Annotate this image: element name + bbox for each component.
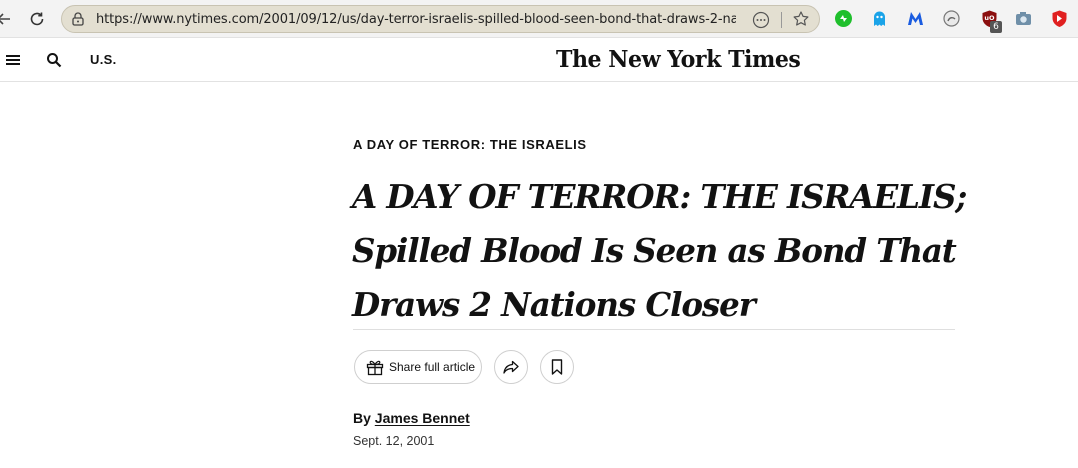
byline: By James Bennet [353,410,470,426]
camera-extension-icon[interactable] [1014,9,1033,28]
article-kicker[interactable]: A DAY OF TERROR: THE ISRAELIS [353,137,587,152]
section-link-us[interactable]: U.S. [90,52,116,67]
bookmark-icon [551,359,563,375]
back-arrow-icon[interactable] [0,7,16,31]
headline-divider [353,329,955,330]
gift-icon [366,360,384,376]
publish-date: Sept. 12, 2001 [353,434,435,448]
article-headline: A DAY OF TERROR: THE ISRAELIS; Spilled B… [352,170,972,332]
profile-extension-icon[interactable] [942,9,961,28]
url-separator [781,12,782,28]
headline-line-2: Spilled Blood Is Seen as Bond That [352,231,957,270]
extension-badge: 6 [990,21,1002,33]
search-icon[interactable] [46,52,62,68]
address-bar[interactable]: https://www.nytimes.com/2001/09/12/us/da… [61,5,820,33]
green-extension-icon[interactable] [834,9,853,28]
hamburger-menu-icon[interactable] [5,52,21,68]
bookmark-button[interactable] [540,350,574,384]
nyt-logo[interactable]: The New York Times [556,46,801,73]
share-arrow-icon [503,360,519,374]
share-button[interactable] [494,350,528,384]
browser-toolbar: https://www.nytimes.com/2001/09/12/us/da… [0,0,1078,38]
shield-extension-icon[interactable] [1050,9,1069,28]
byline-prefix: By [353,410,371,426]
headline-line-3: Draws 2 Nations Closer [352,285,756,324]
reload-icon[interactable] [25,7,49,31]
star-icon[interactable] [792,10,810,28]
malwarebytes-icon[interactable] [906,9,925,28]
more-icon[interactable] [752,11,770,29]
share-full-article-button[interactable]: Share full article [354,350,482,384]
url-text[interactable]: https://www.nytimes.com/2001/09/12/us/da… [96,12,736,27]
headline-line-1: A DAY OF TERROR: THE ISRAELIS; [352,177,967,216]
lock-icon[interactable] [70,11,86,27]
share-button-label: Share full article [389,360,476,374]
ghost-extension-icon[interactable] [870,9,889,28]
site-header: U.S. The New York Times [0,39,1078,82]
author-link[interactable]: James Bennet [375,410,470,426]
